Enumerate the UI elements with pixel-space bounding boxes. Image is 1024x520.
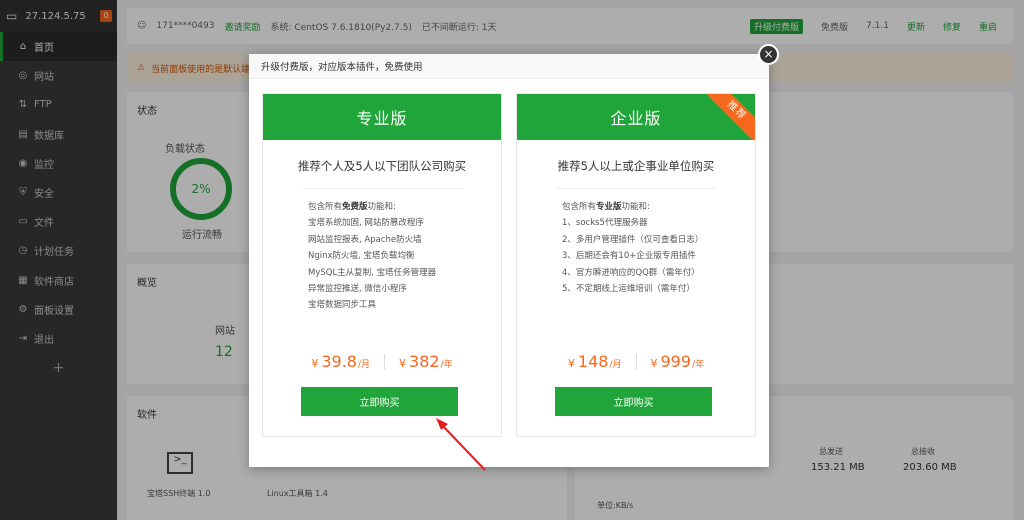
arrow-line <box>440 423 486 471</box>
annotation-arrow <box>436 418 486 471</box>
